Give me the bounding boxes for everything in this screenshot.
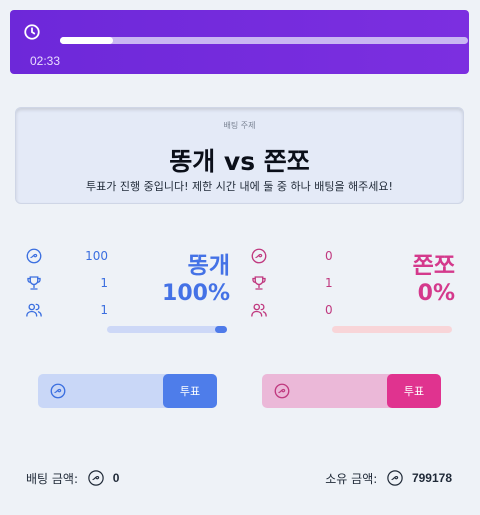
coin-icon [387,470,403,486]
vote-box-left: 투표 [38,374,217,408]
side-left-panel: 100 1 1 똥개 100% [20,245,230,345]
vote-right-button[interactable]: 투표 [387,374,441,408]
vote-box-right: 투표 [262,374,441,408]
side-left-name: 똥개 [187,253,230,279]
trophies-value: 1 [325,276,333,290]
side-right-percent: 0% [417,281,455,306]
users-icon [26,303,42,317]
bet-amount-label: 배팅 금액: [26,471,79,486]
stat-row-voters: 1 [20,301,120,319]
side-right-vote-bar [332,326,452,333]
timer-progress-bar [60,37,468,44]
stat-row-coins: 0 [245,247,345,265]
owned-amount-value: 799178 [411,471,452,485]
topic-label: 배팅 주제 [223,121,256,130]
side-right-panel: 0 1 0 쫀쪼 0% [245,245,455,345]
users-icon [251,303,267,317]
stat-row-trophies: 1 [245,274,345,292]
trophy-icon [252,276,266,290]
voters-value: 1 [100,303,108,317]
side-left-percent: 100% [162,281,230,306]
voters-value: 0 [325,303,333,317]
side-left-vote-bar [107,326,227,333]
trophies-value: 1 [100,276,108,290]
side-left-vote-bar-fill [215,326,227,333]
topic-description: 투표가 진행 중입니다! 제한 시간 내에 둘 중 하나 배팅을 해주세요! [86,180,393,193]
coin-icon [274,383,290,399]
timer-progress-fill [60,37,114,44]
bet-amount-value: 0 [112,471,120,485]
owned-amount-display: 소유 금액: 799178 [325,469,452,489]
timer-card: 02:33 [10,10,469,74]
coin-icon [50,383,66,399]
coin-icon [26,248,42,264]
owned-amount-label: 소유 금액: [325,471,378,486]
stat-row-trophies: 1 [20,274,120,292]
topic-title: 똥개 vs 쫀쪼 [169,147,310,176]
stat-row-voters: 0 [245,301,345,319]
stat-row-coins: 100 [20,247,120,265]
topic-card: 배팅 주제 똥개 vs 쫀쪼 투표가 진행 중입니다! 제한 시간 내에 둘 중… [15,107,464,204]
timer-remaining: 02:33 [30,54,61,68]
coins-value: 0 [325,249,333,263]
vote-left-button[interactable]: 투표 [163,374,217,408]
coin-icon [88,470,104,486]
trophy-icon [27,276,41,290]
coin-icon [251,248,267,264]
coins-value: 100 [85,249,108,263]
bet-amount-display: 배팅 금액: 0 [26,469,119,489]
side-right-name: 쫀쪼 [412,253,455,279]
clock-icon [24,24,40,40]
